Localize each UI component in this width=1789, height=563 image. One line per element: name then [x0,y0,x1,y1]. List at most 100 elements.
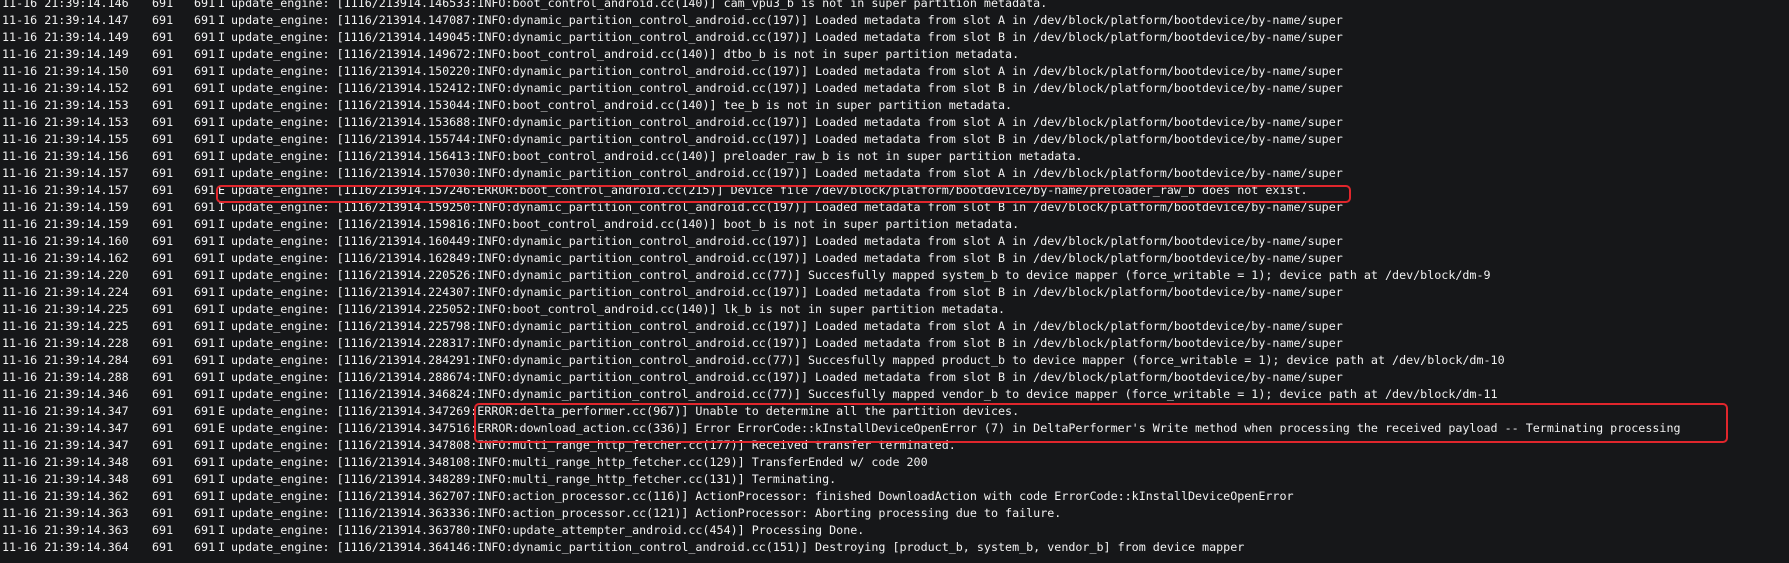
log-timestamp: 11-16 21:39:14.363 [2,522,152,539]
log-tid: 691 [194,489,216,503]
log-tag: update_engine: [231,81,330,95]
log-tid: 691 [194,472,216,486]
log-message: [1116/213914.149045:INFO:dynamic_partiti… [336,30,1343,44]
log-pid: 691 [152,336,174,350]
log-line: 11-16 21:39:14.152 691 691 Iupdate_engine: … [2,80,1681,97]
log-tag: update_engine: [231,404,330,418]
log-line: 11-16 21:39:14.346 691 691 Iupdate_engine: … [2,386,1681,403]
log-level: I [218,47,226,61]
log-pid: 691 [152,421,174,435]
log-time: 21:39:14.150 [44,64,129,78]
log-level: I [218,285,226,299]
log-pid: 691 [152,132,174,146]
log-tid: 691 [194,217,216,231]
log-time: 21:39:14.153 [44,115,129,129]
log-message: [1116/213914.348289:INFO:multi_range_htt… [336,472,837,486]
log-tag: update_engine: [231,149,330,163]
log-tid: 691 [194,166,216,180]
log-message: [1116/213914.224307:INFO:dynamic_partiti… [336,285,1343,299]
log-time: 21:39:14.149 [44,30,129,44]
log-pid: 691 [152,268,174,282]
log-level: I [218,353,226,367]
log-timestamp: 11-16 21:39:14.225 [2,301,152,318]
log-tag: update_engine: [231,0,330,10]
log-level: I [218,64,226,78]
log-tag: update_engine: [231,319,330,333]
log-pid: 691 [152,523,174,537]
log-timestamp: 11-16 21:39:14.153 [2,97,152,114]
log-line: 11-16 21:39:14.228 691 691 Iupdate_engine: … [2,335,1681,352]
log-message: [1116/213914.225798:INFO:dynamic_partiti… [336,319,1343,333]
log-time: 21:39:14.157 [44,183,129,197]
log-timestamp: 11-16 21:39:14.362 [2,488,152,505]
log-message: [1116/213914.159250:INFO:dynamic_partiti… [336,200,1343,214]
log-tid: 691 [194,387,216,401]
log-line: 11-16 21:39:14.153 691 691 Iupdate_engine: … [2,97,1681,114]
log-tid: 691 [194,370,216,384]
log-time: 21:39:14.224 [44,285,129,299]
log-level: I [218,81,226,95]
log-tid: 691 [194,251,216,265]
log-timestamp: 11-16 21:39:14.157 [2,165,152,182]
log-line: 11-16 21:39:14.347 691 691 Eupdate_engine: … [2,420,1681,437]
log-level: I [218,302,226,316]
log-tag: update_engine: [231,506,330,520]
log-message: [1116/213914.146533:INFO:boot_control_an… [336,0,1048,10]
log-time: 21:39:14.347 [44,404,129,418]
log-tag: update_engine: [231,217,330,231]
log-pid: 691 [152,200,174,214]
log-timestamp: 11-16 21:39:14.347 [2,420,152,437]
log-tag: update_engine: [231,183,330,197]
log-tag: update_engine: [231,489,330,503]
log-line: 11-16 21:39:14.348 691 691 Iupdate_engine: … [2,454,1681,471]
log-pid: 691 [152,0,174,10]
log-level: I [218,149,226,163]
log-date: 11-16 [2,387,38,401]
log-timestamp: 11-16 21:39:14.159 [2,199,152,216]
log-message: [1116/213914.153688:INFO:dynamic_partiti… [336,115,1343,129]
log-pid: 691 [152,217,174,231]
log-timestamp: 11-16 21:39:14.146 [2,0,152,12]
log-tid: 691 [194,438,216,452]
log-line: 11-16 21:39:14.149 691 691 Iupdate_engine: … [2,29,1681,46]
log-timestamp: 11-16 21:39:14.160 [2,233,152,250]
log-tid: 691 [194,506,216,520]
log-timestamp: 11-16 21:39:14.149 [2,29,152,46]
log-timestamp: 11-16 21:39:14.364 [2,539,152,556]
log-level: E [218,421,226,435]
log-date: 11-16 [2,336,38,350]
log-message: [1116/213914.347269:ERROR:delta_performe… [336,404,1020,418]
log-date: 11-16 [2,13,38,27]
log-level: I [218,13,226,27]
log-level: I [218,387,226,401]
terminal-window[interactable]: 11-16 21:39:14.146 691 691 Iupdate_engine: … [0,0,1789,563]
log-message: [1116/213914.284291:INFO:dynamic_partiti… [336,353,1505,367]
log-line: 11-16 21:39:14.362 691 691 Iupdate_engine: … [2,488,1681,505]
log-date: 11-16 [2,217,38,231]
log-pid: 691 [152,540,174,554]
log-tid: 691 [194,47,216,61]
log-tid: 691 [194,64,216,78]
log-tid: 691 [194,455,216,469]
log-message: [1116/213914.155744:INFO:dynamic_partiti… [336,132,1343,146]
log-message: [1116/213914.220526:INFO:dynamic_partiti… [336,268,1491,282]
log-date: 11-16 [2,540,38,554]
log-tag: update_engine: [231,234,330,248]
log-time: 21:39:14.364 [44,540,129,554]
log-level: I [218,540,226,554]
log-level: I [218,200,226,214]
log-date: 11-16 [2,149,38,163]
log-level: E [218,183,226,197]
log-date: 11-16 [2,302,38,316]
log-timestamp: 11-16 21:39:14.153 [2,114,152,131]
log-line: 11-16 21:39:14.347 691 691 Iupdate_engine: … [2,437,1681,454]
log-line: 11-16 21:39:14.157 691 691 Iupdate_engine: … [2,165,1681,182]
log-line: 11-16 21:39:14.162 691 691 Iupdate_engine: … [2,250,1681,267]
log-date: 11-16 [2,438,38,452]
log-tag: update_engine: [231,421,330,435]
log-time: 21:39:14.346 [44,387,129,401]
log-tag: update_engine: [231,64,330,78]
log-level: I [218,319,226,333]
log-level: I [218,98,226,112]
log-tid: 691 [194,336,216,350]
